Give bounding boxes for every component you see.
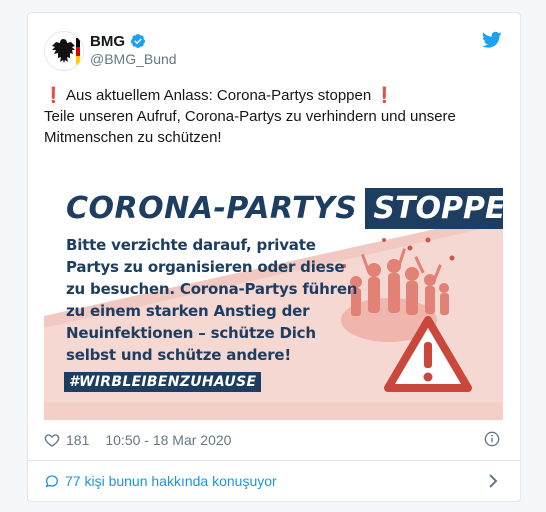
tweet-line-1: ❗ Aus aktuellem Anlass: Corona-Partys st… — [44, 85, 504, 106]
twitter-bird-icon[interactable] — [482, 31, 502, 49]
handle[interactable]: @BMG_Bund — [90, 51, 177, 67]
poster-headline-part2: STOPPEN! — [365, 187, 503, 229]
tweet-line-1-text: Aus aktuellem Anlass: Corona-Partys stop… — [62, 87, 376, 104]
tweet-card: BMG @BMG_Bund ❗ Aus aktuellem Anlass: Co… — [27, 12, 521, 502]
tweet-line-2: Teile unseren Aufruf, Corona-Partys zu v… — [44, 108, 456, 125]
poster-hashtag: #WIRBLEIBENZUHAUSE — [64, 372, 262, 392]
heart-icon[interactable] — [44, 432, 60, 448]
poster-body-line: zu besuchen. Corona-Partys führen — [66, 280, 358, 298]
poster-headline-part1: CORONA-PARTYS — [66, 190, 358, 226]
conversation-link[interactable]: 77 kişi bunun hakkında konuşuyor — [44, 469, 504, 493]
timestamp[interactable]: 10:50 - 18 Mar 2020 — [105, 432, 231, 448]
display-name[interactable]: BMG — [90, 33, 125, 50]
divider — [28, 460, 520, 461]
poster-body: Bitte verzichte darauf, private Partys z… — [66, 234, 358, 366]
tweet-line-3: Mitmenschen zu schützen! — [44, 129, 222, 146]
avatar[interactable] — [44, 31, 84, 71]
tweet-meta: 181 10:50 - 18 Mar 2020 — [44, 430, 504, 450]
chevron-right-icon[interactable] — [488, 473, 498, 489]
tweet-image[interactable]: CORONA-PARTYS STOPPEN! Bitte verzichte d… — [44, 170, 503, 420]
verified-badge-icon — [130, 34, 145, 48]
exclamation-icon: ❗ — [44, 87, 63, 104]
poster-body-line: selbst und schütze andere! — [66, 346, 292, 364]
poster-body-line: zu einem starken Anstieg der — [66, 302, 310, 320]
info-icon[interactable] — [484, 431, 500, 447]
poster-headline: CORONA-PARTYS STOPPEN! — [66, 186, 503, 230]
poster-body-line: Bitte verzichte darauf, private — [66, 236, 316, 254]
comment-icon — [45, 475, 59, 488]
tweet-header: BMG @BMG_Bund — [44, 29, 504, 73]
name-row: BMG — [90, 31, 146, 51]
german-eagle-icon — [45, 32, 83, 70]
tweet-text: ❗ Aus aktuellem Anlass: Corona-Partys st… — [44, 85, 504, 148]
conversation-text[interactable]: 77 kişi bunun hakkında konuşuyor — [65, 473, 277, 489]
exclamation-icon: ❗ — [375, 87, 395, 104]
poster-body-line: Partys zu organisieren oder diese — [66, 258, 345, 276]
poster-body-line: Neuinfektionen – schütze Dich — [66, 324, 316, 342]
like-count[interactable]: 181 — [66, 432, 89, 448]
